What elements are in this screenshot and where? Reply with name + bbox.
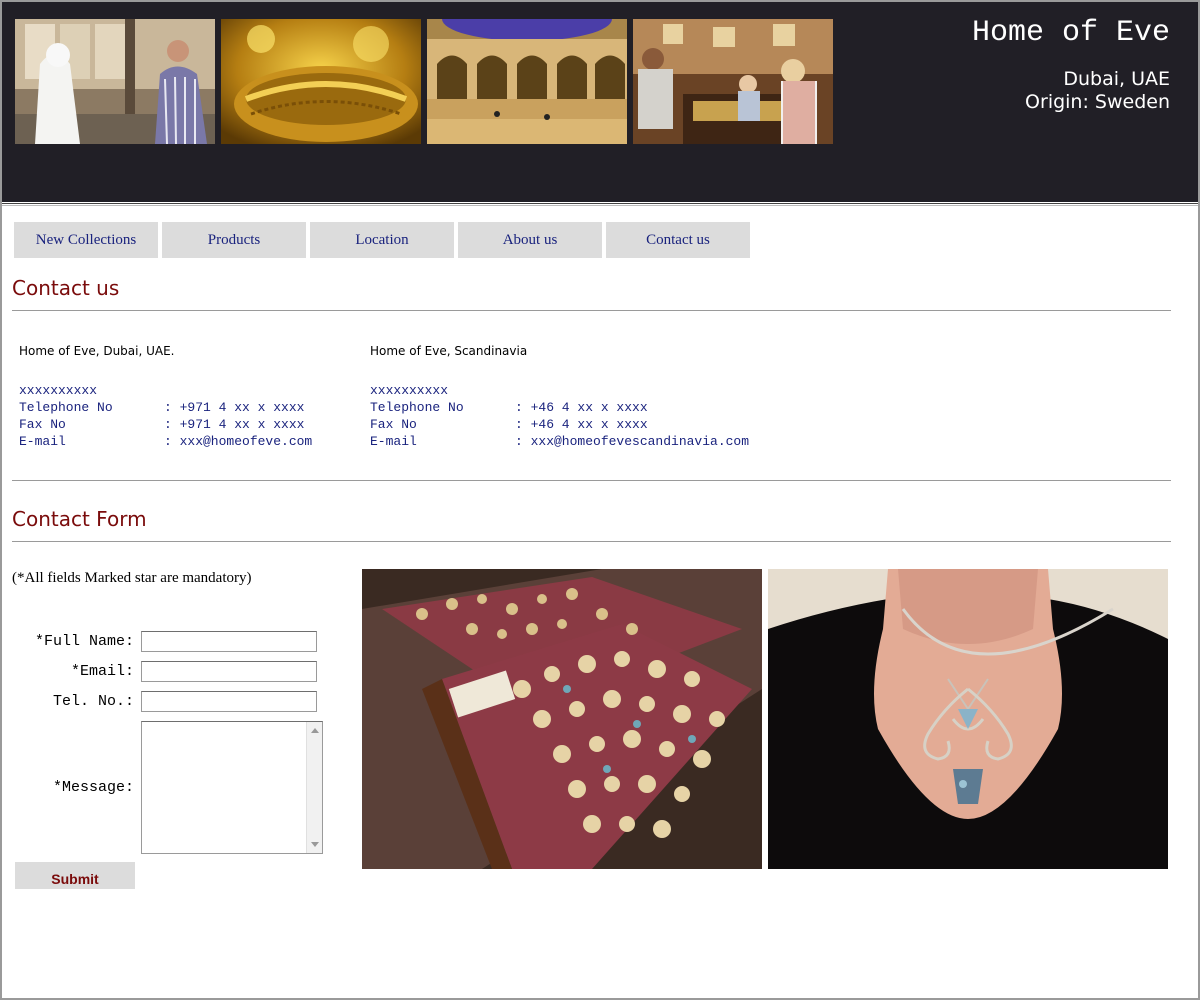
form-divider	[12, 541, 1171, 542]
nav-about-us[interactable]: About us	[458, 222, 602, 258]
nav-contact-us[interactable]: Contact us	[606, 222, 750, 258]
site-origin: Origin: Sweden	[1025, 91, 1170, 113]
site-header: Home of Eve Dubai, UAE Origin: Sweden	[2, 0, 1198, 202]
contact-heading: Contact us	[12, 276, 120, 300]
jewellery-shop-photo	[15, 19, 215, 144]
nav-location[interactable]: Location	[310, 222, 454, 258]
row-label: Fax No	[19, 417, 66, 432]
nav-new-collections[interactable]: New Collections	[14, 222, 158, 258]
header-divider	[2, 203, 1198, 206]
full-name-input[interactable]	[141, 631, 317, 652]
office-scandinavia: Home of Eve, Scandinavia xxxxxxxxxx Tele…	[370, 344, 749, 450]
office-row: xxxxxxxxxx	[19, 382, 312, 399]
contact-divider	[12, 310, 1171, 311]
row-label: Telephone No	[19, 400, 113, 415]
main-nav: New Collections Products Location About …	[14, 222, 750, 258]
row-label: E-mail	[370, 434, 417, 449]
mall-interior-photo	[427, 19, 627, 144]
row-value: : +971 4 xx x xxxx	[164, 400, 305, 415]
jewellery-counter-photo	[633, 19, 833, 144]
office-dubai: Home of Eve, Dubai, UAE. xxxxxxxxxx Tele…	[19, 344, 312, 450]
office-title: Home of Eve, Dubai, UAE.	[19, 344, 175, 358]
mandatory-note: (*All fields Marked star are mandatory)	[12, 570, 252, 586]
row-label: E-mail	[19, 434, 66, 449]
office-title: Home of Eve, Scandinavia	[370, 344, 528, 358]
office-row: Telephone No : +971 4 xx x xxxx	[19, 399, 312, 416]
nav-products[interactable]: Products	[162, 222, 306, 258]
row-value: : +46 4 xx x xxxx	[515, 400, 648, 415]
tel-label: Tel. No.:	[52, 693, 134, 710]
section-divider	[12, 480, 1171, 481]
email-label: *Email:	[70, 663, 134, 680]
row-value: : +46 4 xx x xxxx	[515, 417, 648, 432]
tel-input[interactable]	[141, 691, 317, 712]
earrings-tray-photo	[362, 569, 762, 869]
submit-button[interactable]: Submit	[15, 862, 135, 889]
row-label: xxxxxxxxxx	[370, 383, 449, 398]
email-link[interactable]: : xxx@homeofeve.com	[164, 433, 312, 450]
email-link[interactable]: : xxx@homeofevescandinavia.com	[515, 433, 749, 450]
office-row: E-mail : xxx@homeofeve.com	[19, 433, 312, 450]
site-location: Dubai, UAE	[1063, 68, 1170, 90]
office-row: Fax No : +46 4 xx x xxxx	[370, 416, 749, 433]
row-label: Fax No	[370, 417, 417, 432]
email-input[interactable]	[141, 661, 317, 682]
gold-bracelet-photo	[221, 19, 421, 144]
row-label: Telephone No	[370, 400, 464, 415]
necklace-pendant-photo	[768, 569, 1168, 869]
textarea-scrollbar[interactable]	[306, 722, 322, 853]
office-row: Telephone No : +46 4 xx x xxxx	[370, 399, 749, 416]
site-title: Home of Eve	[971, 16, 1170, 50]
row-label: xxxxxxxxxx	[19, 383, 98, 398]
scroll-up-icon[interactable]	[311, 728, 319, 733]
office-row: Fax No : +971 4 xx x xxxx	[19, 416, 312, 433]
office-row: xxxxxxxxxx	[370, 382, 749, 399]
message-textarea[interactable]	[141, 721, 323, 854]
row-value: : +971 4 xx x xxxx	[164, 417, 305, 432]
full-name-label: *Full Name:	[34, 633, 134, 650]
message-label: *Message:	[52, 779, 134, 796]
scroll-down-icon[interactable]	[311, 842, 319, 847]
form-heading: Contact Form	[12, 507, 147, 531]
office-row: E-mail : xxx@homeofevescandinavia.com	[370, 433, 749, 450]
